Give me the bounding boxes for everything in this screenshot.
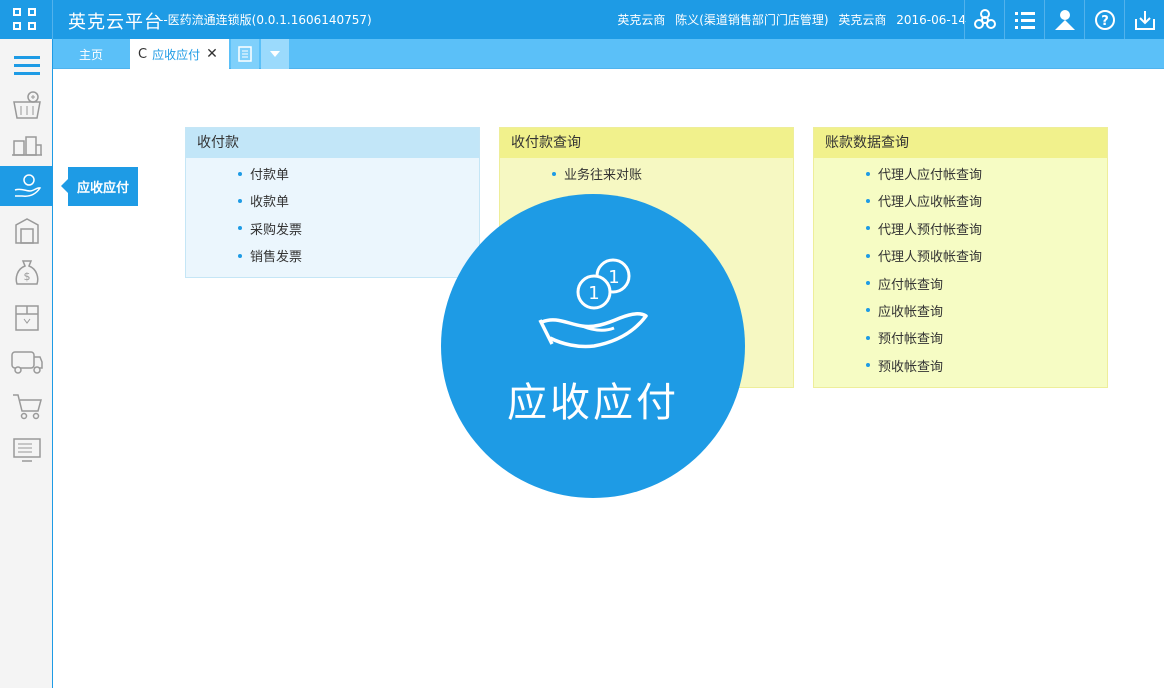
tab-bar: 主页 C 应收应付 ✕ (53, 39, 1164, 69)
panel-title: 收付款 (186, 128, 479, 158)
help-icon[interactable]: ? (1084, 0, 1124, 39)
company-name-2: 英克云商 (838, 13, 887, 27)
coin-hand-icon: 1 1 (538, 258, 648, 349)
refresh-icon[interactable]: C (138, 47, 147, 62)
user-name[interactable]: 陈义(渠道销售部门门店管理) (675, 13, 828, 27)
sidebar-tooltip: 应收应付 (61, 167, 138, 206)
list-item[interactable]: 应付帐查询 (814, 275, 1107, 302)
svg-text:1: 1 (588, 283, 599, 304)
list-item[interactable]: 采购发票 (186, 220, 479, 247)
app-grid-button[interactable] (0, 0, 53, 39)
list-item[interactable]: 业务往来对账 (500, 165, 793, 192)
biohazard-icon[interactable] (964, 0, 1004, 39)
close-icon[interactable]: ✕ (206, 46, 218, 62)
warehouse-icon[interactable] (0, 125, 53, 165)
panel-receipts-payments: 收付款 付款单 收款单 采购发票 销售发票 (185, 127, 480, 278)
panel-account-data-query: 账款数据查询 代理人应付帐查询 代理人应收帐查询 代理人预付帐查询 代理人预收帐… (813, 127, 1108, 388)
document-icon[interactable] (231, 39, 259, 69)
list-item[interactable]: 收款单 (186, 192, 479, 219)
module-overlay: 1 1 应收应付 (441, 194, 745, 498)
menu-icon[interactable] (0, 45, 53, 85)
list-item[interactable]: 代理人预付帐查询 (814, 220, 1107, 247)
tab-receivable-payable[interactable]: C 应收应付 ✕ (130, 39, 229, 69)
list-item[interactable]: 销售发票 (186, 247, 479, 274)
box-icon[interactable] (0, 297, 53, 337)
list-item[interactable]: 代理人应收帐查询 (814, 192, 1107, 219)
panel-title: 账款数据查询 (814, 128, 1107, 158)
user-org-icon[interactable] (1044, 0, 1084, 39)
download-icon[interactable] (1124, 0, 1164, 39)
money-bag-icon[interactable]: $ (0, 253, 53, 293)
coin-hand-icon[interactable] (0, 166, 53, 206)
list-item[interactable]: 预付帐查询 (814, 329, 1107, 356)
list-item[interactable]: 预收帐查询 (814, 357, 1107, 384)
list-item[interactable]: 代理人预收帐查询 (814, 247, 1107, 274)
list-item[interactable]: 代理人应付帐查询 (814, 165, 1107, 192)
svg-text:1: 1 (608, 267, 619, 288)
overlay-title: 应收应付 (507, 380, 679, 426)
current-date: 2016-06-14 (896, 13, 966, 27)
top-bar: 英克云平台 --医药流通连锁版(0.0.1.1606140757) 英克云商 陈… (0, 0, 1164, 39)
brand-title: 英克云平台 (68, 12, 163, 33)
monitor-icon[interactable] (0, 430, 53, 470)
grid-icon (13, 8, 21, 16)
cart-icon[interactable] (0, 386, 53, 426)
sidebar: $ (0, 39, 53, 688)
panel-title: 收付款查询 (500, 128, 793, 158)
svg-text:?: ? (1101, 14, 1109, 29)
tab-label: 应收应付 (152, 47, 201, 62)
user-info: 英克云商 陈义(渠道销售部门门店管理) 英克云商 2016-06-14 (611, 11, 966, 28)
list-icon[interactable] (1004, 0, 1044, 39)
list-item[interactable]: 应收帐查询 (814, 302, 1107, 329)
truck-icon[interactable] (0, 342, 53, 382)
svg-text:$: $ (23, 270, 30, 283)
list-item[interactable]: 付款单 (186, 165, 479, 192)
tab-home[interactable]: 主页 (53, 39, 129, 69)
company-name: 英克云商 (617, 13, 666, 27)
app-version: --医药流通连锁版(0.0.1.1606140757) (159, 13, 372, 27)
building-icon[interactable] (0, 211, 53, 251)
chevron-down-icon[interactable] (261, 39, 289, 69)
top-toolbar: ? (964, 0, 1164, 39)
pharmacy-basket-icon[interactable] (0, 85, 53, 125)
